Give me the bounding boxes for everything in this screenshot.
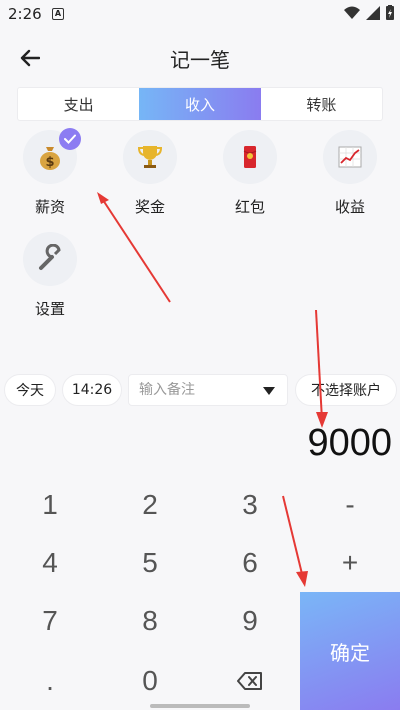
page-title: 记一笔: [170, 48, 230, 72]
category-label: 收益: [334, 198, 365, 216]
svg-text:$: $: [45, 155, 54, 170]
type-tabs: 支出 收入 转账: [17, 87, 383, 121]
note-input[interactable]: [139, 382, 257, 398]
annotation-arrow: [315, 309, 328, 428]
trophy-icon: [137, 146, 163, 168]
amount-display: 9000: [307, 422, 392, 464]
category-bonus[interactable]: 奖金: [115, 130, 185, 217]
category-settings[interactable]: 设置: [15, 232, 85, 319]
category-icon-circle: $: [23, 128, 81, 184]
caret-down-icon[interactable]: [263, 387, 275, 395]
category-label: 薪资: [34, 198, 65, 216]
category-icon-circle: [123, 130, 177, 184]
category-label: 奖金: [134, 198, 165, 216]
key-4[interactable]: 4: [0, 534, 100, 592]
key-1[interactable]: 1: [0, 476, 100, 534]
status-time: 2:26: [8, 5, 42, 23]
key-8[interactable]: 8: [100, 592, 200, 650]
home-indicator: [150, 704, 250, 708]
category-label: 设置: [34, 300, 65, 318]
key-3[interactable]: 3: [200, 476, 300, 534]
status-icons: [344, 5, 394, 20]
tab-income[interactable]: 收入: [139, 88, 261, 120]
key-plus[interactable]: +: [300, 534, 400, 592]
note-field[interactable]: [128, 374, 288, 406]
key-5[interactable]: 5: [100, 534, 200, 592]
key-9[interactable]: 9: [200, 592, 300, 650]
key-6[interactable]: 6: [200, 534, 300, 592]
selected-check-icon: [59, 128, 81, 150]
category-icon-circle: [23, 232, 77, 286]
entry-info-row: 今天 14:26 不选择账户: [0, 374, 400, 408]
tab-expense[interactable]: 支出: [18, 88, 139, 120]
header: 记一笔: [0, 36, 400, 80]
category-earnings[interactable]: 收益: [315, 130, 385, 217]
category-icon-circle: [323, 130, 377, 184]
date-chip[interactable]: 今天: [4, 374, 56, 406]
category-label: 红包: [234, 198, 265, 216]
chart-icon: [338, 146, 362, 168]
confirm-button[interactable]: 确定: [300, 592, 400, 710]
key-0[interactable]: 0: [100, 652, 200, 710]
arrow-left-icon: [20, 49, 40, 67]
wifi-icon: [344, 6, 360, 19]
status-bar: 2:26 A: [0, 0, 400, 28]
time-chip[interactable]: 14:26: [62, 374, 122, 406]
key-minus[interactable]: -: [300, 476, 400, 534]
category-icon-circle: [223, 130, 277, 184]
number-keypad: 1 2 3 - 4 5 6 + 7 8 9 . 0 确定: [0, 476, 400, 710]
tab-transfer[interactable]: 转账: [261, 88, 382, 120]
battery-icon: [386, 5, 394, 20]
notification-icon: A: [52, 8, 64, 20]
key-backspace[interactable]: [200, 652, 300, 710]
account-chip[interactable]: 不选择账户: [295, 374, 397, 406]
signal-icon: [366, 5, 380, 20]
back-button[interactable]: [14, 42, 46, 74]
backspace-icon: [237, 672, 262, 690]
wrench-icon: [39, 244, 61, 270]
category-salary[interactable]: $ 薪资: [15, 128, 85, 217]
category-red-envelope[interactable]: 红包: [215, 130, 285, 217]
key-2[interactable]: 2: [100, 476, 200, 534]
key-7[interactable]: 7: [0, 592, 100, 650]
money-bag-icon: $: [40, 147, 60, 170]
key-dot[interactable]: .: [0, 652, 100, 710]
red-envelope-icon: [243, 146, 257, 168]
